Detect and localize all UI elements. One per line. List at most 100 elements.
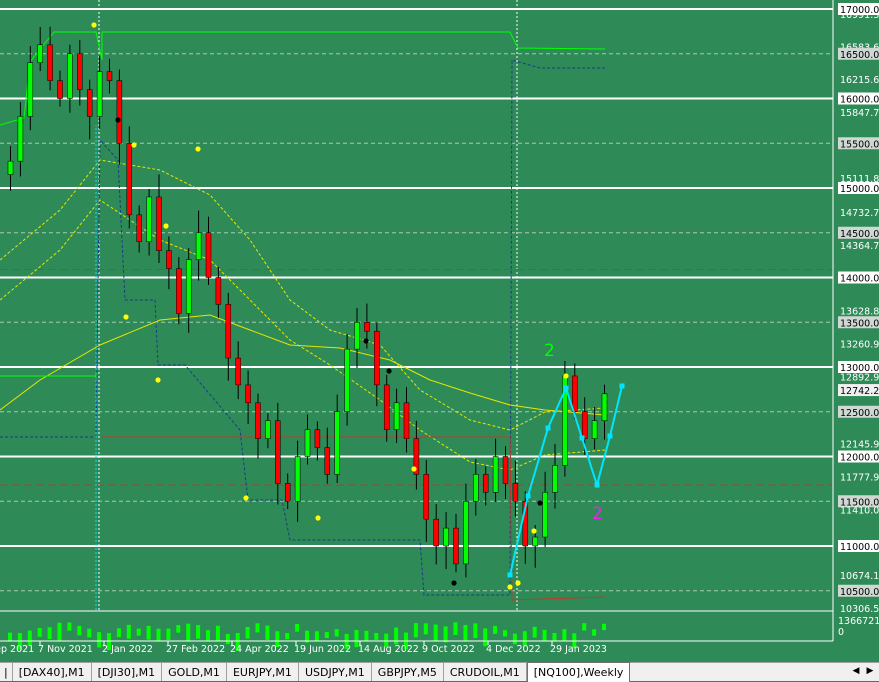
fractal-dot (155, 377, 161, 383)
candle-body (116, 80, 123, 144)
price-axis-label: 11000.00 (840, 542, 879, 553)
price-axis-label: 10500.00 (840, 587, 879, 598)
candle-body (374, 330, 380, 386)
volume-bar (156, 628, 161, 641)
candle-body (275, 420, 281, 484)
volume-bar (394, 627, 399, 645)
zigzag-node (563, 385, 569, 391)
volume-bar (176, 625, 181, 633)
candle-body (502, 456, 509, 484)
tab-scroll-left-stub[interactable]: | (0, 663, 13, 681)
tab-eurjpy[interactable]: EURJPY,M1 (227, 663, 299, 681)
candle-body (77, 53, 83, 90)
fractal-dot (531, 528, 537, 534)
candle-body (304, 429, 311, 457)
candle-body (433, 518, 439, 547)
candle-body (453, 527, 459, 565)
volume-bar (47, 627, 52, 640)
time-axis-label: 29 Jan 2023 (550, 644, 607, 655)
volume-bar (87, 628, 92, 638)
zigzag-node (607, 433, 613, 439)
volume-bar (532, 626, 537, 638)
candle-body (255, 402, 261, 439)
volume-bar (67, 622, 72, 631)
tab-nq100-weekly[interactable]: [NQ100],Weekly (526, 662, 631, 682)
tab-scroll-left-icon[interactable]: ◀ (850, 664, 862, 678)
volume-axis-label: 1366721 (838, 616, 879, 627)
tab-dji30[interactable]: [DJI30],M1 (92, 663, 163, 681)
candle-body (146, 196, 152, 242)
price-axis-label: 13628.85 (840, 307, 879, 318)
volume-axis-label: 0 (838, 627, 844, 638)
volume-bar (97, 632, 102, 648)
time-axis-label: 14 Aug 2022 (358, 644, 419, 655)
volume-bar (582, 623, 587, 631)
fractal-dot (163, 223, 169, 229)
volume-bar (503, 630, 507, 637)
fractal-dot (123, 314, 129, 320)
candle-body (393, 402, 400, 430)
fractal-dot (563, 373, 569, 379)
fractal-dot (315, 515, 321, 521)
tab-usdjpy[interactable]: USDJPY,M1 (299, 663, 372, 681)
volume-bar (295, 623, 300, 632)
zigzag-node (507, 572, 513, 578)
candle-body (314, 429, 321, 448)
candle-body (284, 483, 291, 502)
blue-channel-line (0, 59, 605, 596)
candle-body (383, 384, 390, 430)
wave-label-magenta: 2 (592, 504, 603, 524)
time-axis-label: 4 Dec 2022 (486, 644, 541, 655)
volume-bar (493, 625, 498, 634)
candle-body (166, 250, 172, 269)
time-axis-label: 7 Nov 2021 (38, 644, 93, 655)
candle-body (552, 465, 558, 493)
price-axis-label: 14000.00 (840, 274, 879, 285)
fractal-dot (131, 142, 137, 148)
volume-bar (166, 628, 171, 640)
volume-bar (225, 633, 230, 645)
tab-scroll-right-icon[interactable]: ▶ (864, 664, 876, 678)
candle-body (581, 411, 588, 439)
volume-bar (136, 628, 141, 636)
candle-body (423, 474, 430, 520)
price-axis-label: 15500.00 (840, 139, 879, 150)
tab-gold[interactable]: GOLD,M1 (162, 663, 227, 681)
price-axis-label: 14364.75 (840, 241, 879, 252)
volume-bar (364, 630, 369, 642)
volume-bar (57, 622, 62, 641)
candle-body (67, 53, 73, 99)
price-axis-label: 13260.90 (840, 340, 879, 351)
candle-body (235, 357, 241, 386)
candle-body (156, 196, 162, 251)
candle-body (106, 71, 113, 81)
tab-crudoil[interactable]: CRUDOIL,M1 (444, 663, 527, 681)
zigzag-node (545, 425, 551, 431)
candle-body (205, 232, 212, 278)
candle-body (443, 527, 449, 547)
yellow-envelope-lower (0, 199, 606, 471)
time-axis-label: 9 Oct 2022 (422, 644, 475, 655)
candle-body (532, 536, 538, 547)
candle-body (57, 80, 63, 99)
candle-body (126, 143, 133, 216)
time-axis-label: 12 Sep 2021 (0, 644, 34, 655)
price-chart[interactable]: 2216991.3517000.0016583.6016500.0016215.… (0, 0, 879, 662)
volume-bar (196, 625, 201, 639)
candle-body (136, 214, 142, 242)
price-axis-label: 17000.00 (840, 5, 879, 16)
volume-bar (552, 632, 557, 641)
price-axis-label: 15847.70 (840, 108, 879, 119)
volume-bar (453, 622, 458, 635)
fractal-dot (115, 117, 121, 123)
candle-body (215, 277, 222, 305)
price-axis-label: 10306.55 (840, 604, 879, 615)
tab-gbpjpy[interactable]: GBPJPY,M5 (372, 663, 444, 681)
tab-dax40[interactable]: [DAX40],M1 (13, 663, 92, 681)
candle-body (17, 116, 24, 162)
zigzag-node (525, 493, 531, 499)
volume-bar (473, 623, 478, 639)
candle-body (265, 420, 271, 439)
candle-body (185, 259, 192, 314)
zigzag-node (594, 482, 600, 488)
